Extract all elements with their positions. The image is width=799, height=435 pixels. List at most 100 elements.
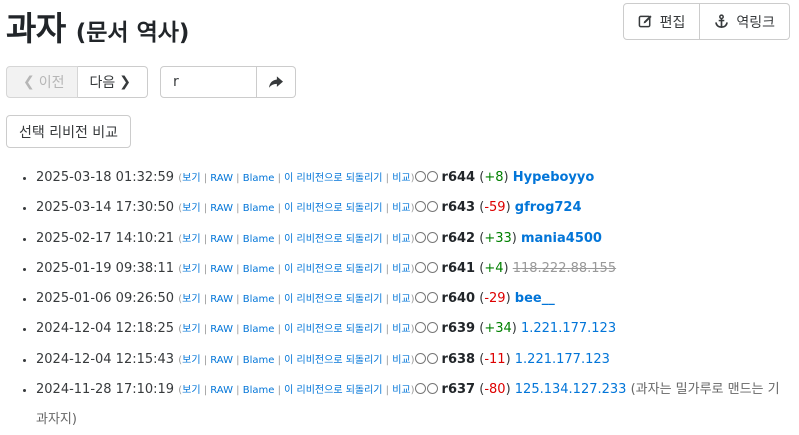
page-title: 과자 (문서 역사) [6,2,190,48]
revert-link[interactable]: 이 리비전으로 되돌리기 [284,264,382,275]
page-title-sub: (문서 역사) [75,20,190,46]
blame-link[interactable]: Blame [243,203,275,214]
compare-new-radio[interactable] [426,352,438,364]
revision-author[interactable]: Hypeboyyo [513,170,595,185]
compare-old-radio[interactable] [414,292,426,304]
view-link[interactable]: 보기 [182,355,200,366]
compare-new-radio[interactable] [426,261,438,273]
view-link[interactable]: 보기 [182,173,200,184]
compare-new-radio[interactable] [426,292,438,304]
compare-old-radio[interactable] [414,261,426,273]
revision-diff: +33 [484,230,512,246]
blame-link[interactable]: Blame [243,264,275,275]
revision-number: r639 [441,321,476,337]
revision-author[interactable]: gfrog724 [515,200,582,215]
view-link[interactable]: 보기 [182,264,200,275]
compare-new-radio[interactable] [426,322,438,334]
edit-button[interactable]: 편집 [622,3,701,40]
view-link[interactable]: 보기 [182,385,200,396]
revision-input[interactable] [160,66,257,98]
backlinks-button-label: 역링크 [736,14,775,31]
compare-new-radio[interactable] [426,231,438,243]
document-actions: 편집 역링크 [622,3,790,40]
raw-link[interactable]: RAW [210,294,233,305]
compare-revisions-button[interactable]: 선택 리비전 비교 [6,115,132,148]
revision-date: 2024-12-04 12:15:43 [36,351,175,367]
revert-link[interactable]: 이 리비전으로 되돌리기 [284,385,382,396]
blame-link[interactable]: Blame [243,385,275,396]
raw-link[interactable]: RAW [210,173,233,184]
blame-link[interactable]: Blame [243,234,275,245]
share-arrow-icon [269,75,283,88]
view-link[interactable]: 보기 [182,234,200,245]
edit-icon [638,15,652,28]
compare-new-radio[interactable] [426,171,438,182]
compare-link[interactable]: 비교 [392,264,410,275]
compare-link[interactable]: 비교 [392,203,410,214]
compare-link[interactable]: 비교 [392,324,410,335]
revision-item: 2025-03-14 17:30:50 (보기 | RAW | Blame | … [36,193,791,223]
revert-link[interactable]: 이 리비전으로 되돌리기 [284,234,382,245]
revision-item: 2025-03-18 01:32:59 (보기 | RAW | Blame | … [36,163,791,193]
compare-old-radio[interactable] [414,231,426,243]
compare-link[interactable]: 비교 [392,355,410,366]
revision-diff: +34 [484,321,512,337]
revert-link[interactable]: 이 리비전으로 되돌리기 [284,324,382,335]
raw-link[interactable]: RAW [210,355,233,366]
revision-links: (보기 | RAW | Blame | 이 리비전으로 되돌리기 | 비교) [178,233,415,245]
blame-link[interactable]: Blame [243,173,275,184]
raw-link[interactable]: RAW [210,234,233,245]
revision-author[interactable]: 1.221.177.123 [515,352,610,367]
blame-link[interactable]: Blame [243,355,275,366]
compare-link[interactable]: 비교 [392,385,410,396]
revision-links: (보기 | RAW | Blame | 이 리비전으로 되돌리기 | 비교) [178,324,415,336]
revision-diff: +8 [484,170,504,185]
compare-link[interactable]: 비교 [392,234,410,245]
blame-link[interactable]: Blame [243,324,275,335]
next-page-label: 다음 [89,75,116,91]
revision-author[interactable]: bee__ [515,291,555,306]
revision-item: 2025-02-17 14:10:21 (보기 | RAW | Blame | … [36,224,791,254]
revision-list: 2025-03-18 01:32:59 (보기 | RAW | Blame | … [0,163,791,435]
revert-link[interactable]: 이 리비전으로 되돌리기 [284,355,382,366]
view-link[interactable]: 보기 [182,294,200,305]
revision-author[interactable]: 118.222.88.155 [513,261,616,276]
revision-diff: -80 [484,382,506,398]
revision-date: 2025-01-19 09:38:11 [36,260,175,276]
revision-author[interactable]: 125.134.127.233 [515,382,627,397]
compare-old-radio[interactable] [414,322,426,334]
revert-link[interactable]: 이 리비전으로 되돌리기 [284,203,382,214]
compare-old-radio[interactable] [414,171,426,182]
revert-link[interactable]: 이 리비전으로 되돌리기 [284,173,382,184]
compare-new-radio[interactable] [426,201,438,213]
revision-diff: -29 [484,291,506,307]
prev-page-button[interactable]: ❮ 이전 [6,66,78,98]
revision-links: (보기 | RAW | Blame | 이 리비전으로 되돌리기 | 비교) [178,354,415,366]
revision-number: r644 [441,170,476,185]
compare-link[interactable]: 비교 [392,294,410,305]
revision-diff: -59 [484,200,506,216]
compare-old-radio[interactable] [414,352,426,364]
revert-link[interactable]: 이 리비전으로 되돌리기 [284,294,382,305]
revision-author[interactable]: mania4500 [521,231,602,246]
compare-old-radio[interactable] [414,383,426,395]
view-link[interactable]: 보기 [182,324,200,335]
go-button[interactable] [257,66,296,98]
revision-author[interactable]: 1.221.177.123 [521,321,616,336]
revision-diff: -11 [484,351,506,367]
revision-pager: ❮ 이전 다음 ❯ [6,66,148,98]
compare-new-radio[interactable] [426,383,438,395]
revision-number: r641 [441,260,476,276]
raw-link[interactable]: RAW [210,264,233,275]
compare-link[interactable]: 비교 [392,173,410,184]
compare-old-radio[interactable] [414,201,426,213]
view-link[interactable]: 보기 [182,203,200,214]
revision-date: 2024-12-04 12:18:25 [36,321,175,337]
blame-link[interactable]: Blame [243,294,275,305]
next-page-button[interactable]: 다음 ❯ [77,66,148,98]
raw-link[interactable]: RAW [210,324,233,335]
backlinks-button[interactable]: 역링크 [700,3,790,40]
raw-link[interactable]: RAW [210,385,233,396]
revision-number: r643 [441,200,476,216]
raw-link[interactable]: RAW [210,203,233,214]
